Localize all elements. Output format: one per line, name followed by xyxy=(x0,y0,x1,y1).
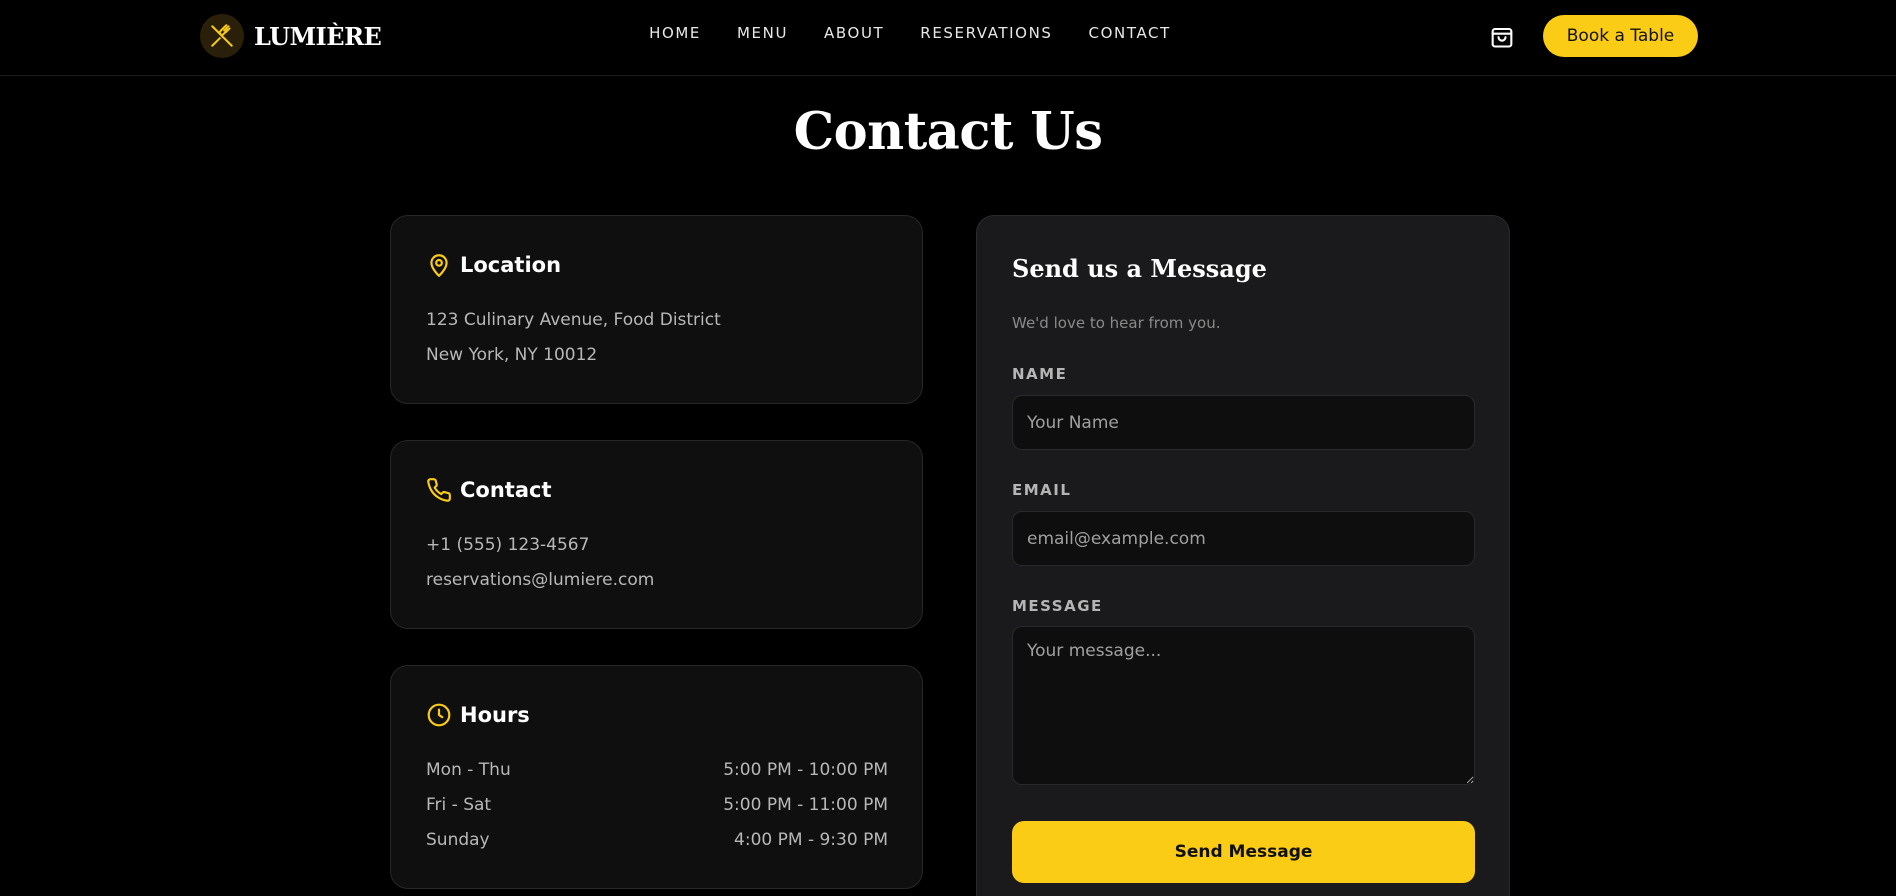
nav-link-menu[interactable]: MENU xyxy=(737,24,788,42)
phone-number[interactable]: +1 (555) 123-4567 xyxy=(426,535,589,555)
hours-row: Mon - Thu 5:00 PM - 10:00 PM xyxy=(426,760,888,780)
contact-header: Contact xyxy=(426,477,552,503)
hours-row: Fri - Sat 5:00 PM - 11:00 PM xyxy=(426,795,888,815)
hours-title: Hours xyxy=(460,703,530,727)
name-label: NAME xyxy=(1012,365,1068,383)
location-title: Location xyxy=(460,253,562,277)
location-header: Location xyxy=(426,252,561,278)
message-label: MESSAGE xyxy=(1012,597,1103,615)
message-textarea[interactable] xyxy=(1012,626,1475,785)
hours-day: Sunday xyxy=(426,830,490,850)
hours-day: Mon - Thu xyxy=(426,760,511,780)
hours-card: Hours Mon - Thu 5:00 PM - 10:00 PM Fri -… xyxy=(390,665,923,889)
address-line-2: New York, NY 10012 xyxy=(426,345,598,365)
address-line-1: 123 Culinary Avenue, Food District xyxy=(426,310,721,330)
hours-time: 5:00 PM - 11:00 PM xyxy=(723,795,888,815)
contact-card: Contact +1 (555) 123-4567 reservations@l… xyxy=(390,440,923,629)
contact-page: LUMIÈRE HOME MENU ABOUT RESERVATIONS CON… xyxy=(0,0,1896,896)
book-table-button[interactable]: Book a Table xyxy=(1543,15,1698,57)
name-input[interactable] xyxy=(1012,395,1475,450)
hours-time: 5:00 PM - 10:00 PM xyxy=(723,760,888,780)
email-address[interactable]: reservations@lumiere.com xyxy=(426,570,654,590)
clock-icon xyxy=(427,703,451,727)
page-title: Contact Us xyxy=(793,102,1103,162)
nav-link-about[interactable]: ABOUT xyxy=(824,24,884,42)
map-pin-icon xyxy=(430,254,448,277)
nav-link-contact[interactable]: CONTACT xyxy=(1089,24,1171,42)
location-card: Location 123 Culinary Avenue, Food Distr… xyxy=(390,215,923,404)
form-subtitle: We'd love to hear from you. xyxy=(1012,314,1221,332)
email-input[interactable] xyxy=(1012,511,1475,566)
send-message-button[interactable]: Send Message xyxy=(1012,821,1475,883)
form-title: Send us a Message xyxy=(1012,254,1267,283)
hours-header: Hours xyxy=(426,702,530,728)
email-label: EMAIL xyxy=(1012,481,1072,499)
hours-day: Fri - Sat xyxy=(426,795,492,815)
hours-row: Sunday 4:00 PM - 9:30 PM xyxy=(426,830,888,850)
phone-icon xyxy=(427,478,451,502)
contact-title: Contact xyxy=(460,478,552,502)
shopping-bag-icon[interactable] xyxy=(1488,22,1516,50)
nav-link-home[interactable]: HOME xyxy=(649,24,701,42)
message-form-card: Send us a Message We'd love to hear from… xyxy=(976,215,1510,896)
top-nav: LUMIÈRE HOME MENU ABOUT RESERVATIONS CON… xyxy=(0,0,1896,76)
nav-link-reservations[interactable]: RESERVATIONS xyxy=(920,24,1052,42)
hours-time: 4:00 PM - 9:30 PM xyxy=(734,830,888,850)
